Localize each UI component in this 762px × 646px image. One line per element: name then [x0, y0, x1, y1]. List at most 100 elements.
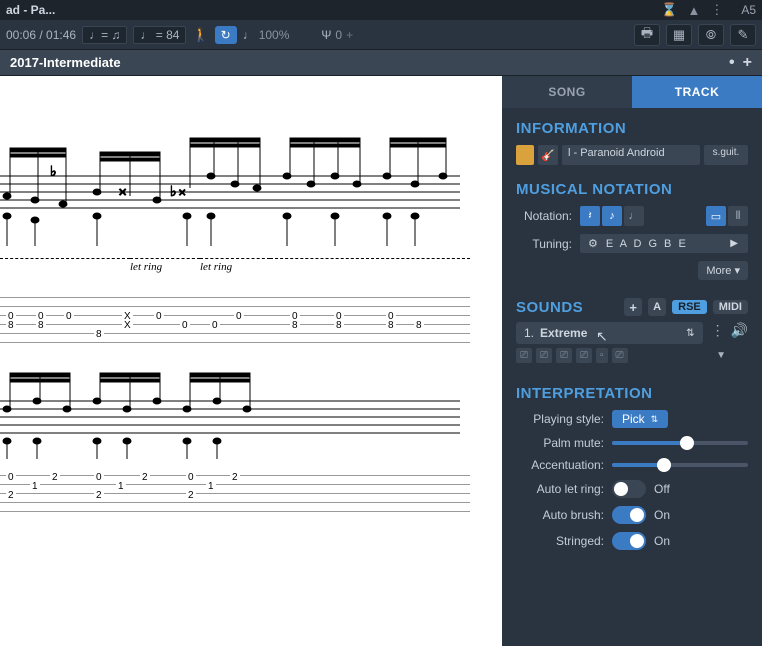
zoom-group: ♩ 100% [243, 28, 290, 42]
note-icon: ♩ [243, 28, 255, 42]
time-group: 00:06 / 01:46 ♩= ♫ ♩ = 84 🚶 [6, 26, 209, 44]
notation-label: Notation: [516, 209, 572, 223]
tab-number: X [122, 320, 133, 331]
fx-slot[interactable]: ▫ [596, 348, 608, 363]
accentuation-slider[interactable] [612, 463, 748, 467]
tuner-button[interactable]: ⦾ [698, 24, 724, 46]
palm-mute-slider[interactable] [612, 441, 748, 445]
tab-number: 8 [94, 329, 104, 340]
side-panel: SONG TRACK INFORMATION 🎸 l - Paranoid An… [502, 76, 762, 646]
sound-index: 1. [524, 326, 534, 340]
tab-song[interactable]: SONG [502, 76, 632, 108]
tab-number: 8 [290, 320, 300, 331]
stringed-toggle[interactable] [612, 532, 646, 550]
tab-number: 8 [334, 320, 344, 331]
staff-system-2 [0, 351, 470, 461]
key-badge: A5 [741, 3, 756, 17]
multirest-button[interactable]: ▭ [706, 206, 726, 226]
tab-staff-2: 0 2 0 2 0 2 1 1 1 2 2 2 [0, 469, 470, 519]
section-sounds: SOUNDS [516, 299, 583, 316]
let-ring-label: let ring [130, 258, 200, 273]
tempo-bpm[interactable]: ♩ = 84 [133, 26, 186, 44]
fretboard-button[interactable]: ▦ [666, 24, 692, 46]
svg-text:✕: ✕ [178, 188, 186, 199]
add-sound-button[interactable]: + [624, 298, 642, 316]
auto-brush-toggle[interactable] [612, 506, 646, 524]
more-button[interactable]: More ▾ [698, 261, 748, 280]
chevron-updown-icon: ⇅ [651, 414, 659, 425]
sound-menu-icon[interactable]: ⋮ [711, 322, 725, 339]
toolbar: 00:06 / 01:46 ♩= ♫ ♩ = 84 🚶 ↻ ♩ 100% Ψ 0… [0, 20, 762, 50]
notation-standard-button[interactable]: ♪ [602, 206, 622, 226]
notation-slash-button[interactable]: 𝄽 [580, 206, 600, 226]
gear-icon: ⚙ [588, 237, 600, 250]
fx-slot[interactable]: ⎚ [612, 348, 628, 363]
panel-tabs: SONG TRACK [502, 76, 762, 108]
stringed-state: On [654, 534, 670, 548]
title-bar: ad - Pa... ⌛ ▲ ⋮ A5 [0, 0, 762, 20]
effect-strip: ⎚ ⎚ ⎚ ⎚ ▫ ⎚ ▼ [516, 348, 748, 363]
tuning-label: Tuning: [516, 237, 572, 251]
rse-button[interactable]: RSE [672, 300, 707, 314]
tempo-signature[interactable]: ♩= ♫ [82, 26, 127, 44]
tab-number: 1 [30, 481, 40, 492]
fx-slot[interactable]: ⎚ [576, 348, 592, 363]
person-icon: 🚶 [192, 27, 208, 43]
tab-staff-1: 0 0 0 X 0 0 0 0 0 8 8 X 0 0 8 8 8 8 8 [0, 291, 470, 351]
tab-track[interactable]: TRACK [632, 76, 762, 108]
tab-number: 8 [414, 320, 424, 331]
tab-number: 2 [140, 472, 150, 483]
svg-text:♭: ♭ [50, 163, 57, 179]
track-color-swatch[interactable] [516, 145, 534, 165]
automation-button[interactable]: A [648, 298, 666, 316]
sound-selector[interactable]: 1. Extreme ↖ ⇅ [516, 322, 703, 344]
svg-text:♭: ♭ [170, 183, 177, 199]
slider-thumb[interactable] [680, 436, 694, 450]
write-button[interactable]: ✎ [730, 24, 756, 46]
tuning-field[interactable]: ⚙ E A D G B E ▶ [580, 234, 748, 253]
notation-tab-button[interactable]: ♩ [624, 206, 644, 226]
tab-number: 2 [230, 472, 240, 483]
tab-number: 2 [6, 490, 16, 501]
systembreak-button[interactable]: ⦀ [728, 206, 748, 226]
tab-number: 0 [94, 472, 104, 483]
fx-slot[interactable]: ⎚ [556, 348, 572, 363]
countin-value[interactable]: 0 [335, 28, 342, 42]
zoom-value[interactable]: 100% [259, 28, 290, 42]
tab-number: 2 [186, 490, 196, 501]
add-tab-button[interactable]: + [743, 54, 752, 72]
let-ring-dash-2 [270, 258, 470, 259]
score-title-bar: 2017-Intermediate • + [0, 50, 762, 76]
chevron-updown-icon: ⇅ [686, 328, 694, 339]
track-type-field[interactable]: s.guit. [704, 145, 748, 165]
chevron-down-icon[interactable]: ▼ [716, 350, 748, 361]
tab-number: 0 [154, 311, 164, 322]
plus-icon[interactable]: + [346, 28, 353, 42]
notation-mode-group: 𝄽 ♪ ♩ [580, 206, 644, 226]
tuning-fork-icon: Ψ [321, 28, 331, 42]
guitar-icon[interactable]: 🎸 [538, 145, 558, 165]
track-name-field[interactable]: l - Paranoid Android [562, 145, 700, 165]
auto-let-ring-toggle[interactable] [612, 480, 646, 498]
tab-number: 0 [234, 311, 244, 322]
svg-text:✕: ✕ [118, 187, 127, 199]
auto-brush-label: Auto brush: [516, 508, 604, 522]
speaker-icon[interactable]: 🔊 [731, 322, 748, 339]
let-ring-dash [0, 258, 130, 259]
tab-number: 8 [386, 320, 396, 331]
fx-slot[interactable]: ⎚ [516, 348, 532, 363]
score-viewport[interactable]: ♭ ✕ [0, 76, 502, 646]
midi-button[interactable]: MIDI [713, 300, 748, 314]
playing-style-dropdown[interactable]: Pick ⇅ [612, 410, 668, 428]
options-dot-icon[interactable]: • [729, 54, 735, 72]
fx-slot[interactable]: ⎚ [536, 348, 552, 363]
slider-thumb[interactable] [657, 458, 671, 472]
tab-number: 0 [210, 320, 220, 331]
print-button[interactable]: 🖶 [634, 24, 660, 46]
loop-button[interactable]: ↻ [215, 26, 237, 44]
cursor-icon: ↖ [596, 328, 608, 345]
loop-icon: ↻ [221, 28, 231, 42]
playing-style-label: Playing style: [516, 412, 604, 426]
play-tuning-button[interactable]: ▶ [730, 238, 740, 249]
countin-group: Ψ 0 + [321, 28, 353, 42]
